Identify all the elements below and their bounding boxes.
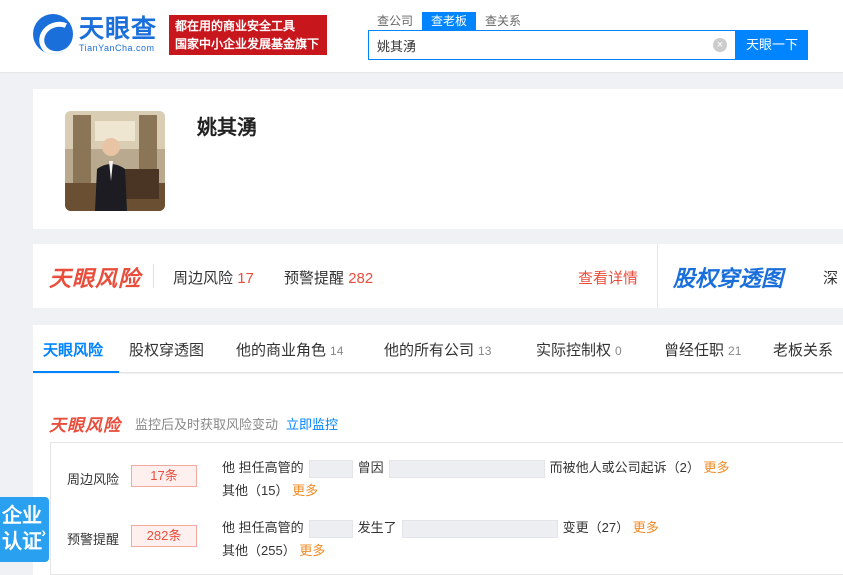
search-tab-relation[interactable]: 查关系 <box>476 12 530 30</box>
risk-text: 其他（15） <box>222 483 289 498</box>
divider <box>657 244 658 308</box>
profile-tabs: 天眼风险 股权穿透图 他的商业角色 14 他的所有公司 13 实际控制权 0 曾经任职… <box>33 325 843 373</box>
risk-brand-logo: 天眼风险 <box>49 266 142 291</box>
more-link[interactable]: 更多 <box>299 543 325 558</box>
redacted-item <box>401 519 558 538</box>
slogan-line2: 国家中小企业发展基金旗下 <box>175 37 320 51</box>
risk-content-panel: 天眼风险 监控后及时获取风险变动 立即监控 周边风险 17条 他 担任高管的 曾因… <box>33 374 843 575</box>
surround-risk-tag[interactable]: 17条 <box>131 465 197 487</box>
tab-business-roles[interactable]: 他的商业角色 14 <box>236 339 343 360</box>
tab-equity[interactable]: 股权穿透图 <box>129 339 204 360</box>
slogan-line1: 都在用的商业安全工具 <box>175 19 296 33</box>
tab-label: 老板关系 <box>773 342 834 359</box>
tab-count: 14 <box>330 344 344 358</box>
logo-text: 天眼查 TianYanCha.com <box>79 15 157 53</box>
logo-sub-text: TianYanCha.com <box>79 43 155 53</box>
warning-count: 282 <box>348 270 374 287</box>
warning-line: 他 担任高管的 发生了 变更（27） 更多 <box>222 517 659 538</box>
tab-label: 他的商业角色 <box>236 342 327 359</box>
surround-risk-count: 17 <box>237 270 254 287</box>
more-link[interactable]: 更多 <box>704 460 730 475</box>
active-tab-underline <box>33 371 119 373</box>
more-link[interactable]: 更多 <box>292 483 318 498</box>
view-detail-link[interactable]: 查看详情 <box>578 267 638 288</box>
risk-text: 他 担任高管的 <box>222 460 304 475</box>
tab-actual-control[interactable]: 实际控制权 0 <box>536 339 622 360</box>
chevron-right-icon: › <box>41 524 46 540</box>
logo-main-text: 天眼查 <box>79 15 158 43</box>
tab-label: 实际控制权 <box>536 342 612 359</box>
slogan-banner[interactable]: 都在用的商业安全工具 国家中小企业发展基金旗下 <box>169 15 327 55</box>
search-input[interactable] <box>369 31 699 59</box>
site-logo[interactable]: 天眼查 TianYanCha.com <box>33 14 157 54</box>
search-type-tabs: 查公司 查老板 查关系 <box>368 12 530 30</box>
search-tab-company[interactable]: 查公司 <box>368 12 422 30</box>
tab-label: 他的所有公司 <box>384 342 475 359</box>
risk-text: 他 担任高管的 <box>222 520 304 535</box>
surround-risk-summary[interactable]: 周边风险 17 <box>173 267 254 288</box>
risk-text: 变更（27） <box>562 520 630 535</box>
monitor-row: 天眼风险 监控后及时获取风险变动 立即监控 <box>49 411 338 436</box>
surround-risk-label: 周边风险 <box>173 270 234 287</box>
surround-risk-line: 他 担任高管的 曾因 而被他人或公司起诉（2） 更多 <box>222 457 730 478</box>
tab-boss-relations[interactable]: 老板关系 <box>773 339 833 360</box>
risk-table: 周边风险 17条 他 担任高管的 曾因 而被他人或公司起诉（2） 更多 其他（15）… <box>50 442 843 575</box>
avatar <box>65 111 165 211</box>
tab-count: 13 <box>478 344 492 358</box>
tab-risk[interactable]: 天眼风险 <box>43 339 103 360</box>
top-header: 天眼查 TianYanCha.com 都在用的商业安全工具 国家中小企业发展基金… <box>0 0 843 73</box>
surround-risk-row-label: 周边风险 <box>67 472 120 487</box>
monitor-now-link[interactable]: 立即监控 <box>286 414 338 433</box>
risk-summary-bar: 天眼风险 周边风险 17 预警提醒 282 查看详情 股权穿透图 深 <box>33 244 843 308</box>
logo-eye-icon <box>33 14 73 54</box>
redacted-name <box>308 459 353 478</box>
more-link[interactable]: 更多 <box>633 520 659 535</box>
warning-tag[interactable]: 282条 <box>131 525 197 547</box>
risk-text: 发生了 <box>357 520 397 535</box>
warning-label: 预警提醒 <box>284 270 345 287</box>
tab-label: 天眼风险 <box>43 342 104 359</box>
risk-text: 曾因 <box>357 460 384 475</box>
warning-summary[interactable]: 预警提醒 282 <box>284 267 373 288</box>
risk-text: 而被他人或公司起诉（2） <box>549 460 700 475</box>
risk-brand-logo-small: 天眼风险 <box>49 416 121 435</box>
tab-all-companies[interactable]: 他的所有公司 13 <box>384 339 491 360</box>
search-tab-boss[interactable]: 查老板 <box>422 12 477 30</box>
monitor-tip: 监控后及时获取风险变动 <box>135 417 279 432</box>
risk-text: 其他（255） <box>222 543 296 558</box>
tab-count: 0 <box>615 344 622 358</box>
clear-icon[interactable]: × <box>713 38 727 52</box>
redacted-case <box>388 459 545 478</box>
surround-risk-other-line: 其他（15） 更多 <box>222 480 318 499</box>
tab-label: 曾经任职 <box>664 342 725 359</box>
enterprise-certification-tab[interactable]: 企业 认证 › <box>0 497 49 562</box>
profile-card: 姚其湧 <box>33 89 843 229</box>
warning-row-label: 预警提醒 <box>67 532 120 547</box>
search-box: × <box>368 30 736 60</box>
divider <box>153 264 154 288</box>
warning-other-line: 其他（255） 更多 <box>222 540 325 559</box>
search-button[interactable]: 天眼一下 <box>736 30 808 60</box>
tab-count: 21 <box>728 344 742 358</box>
redacted-name <box>308 519 353 538</box>
equity-chart-logo[interactable]: 股权穿透图 <box>673 261 783 293</box>
deep-label[interactable]: 深 <box>823 267 838 288</box>
tab-past-positions[interactable]: 曾经任职 21 <box>664 339 741 360</box>
tab-label: 股权穿透图 <box>129 342 205 359</box>
person-name: 姚其湧 <box>197 117 257 139</box>
